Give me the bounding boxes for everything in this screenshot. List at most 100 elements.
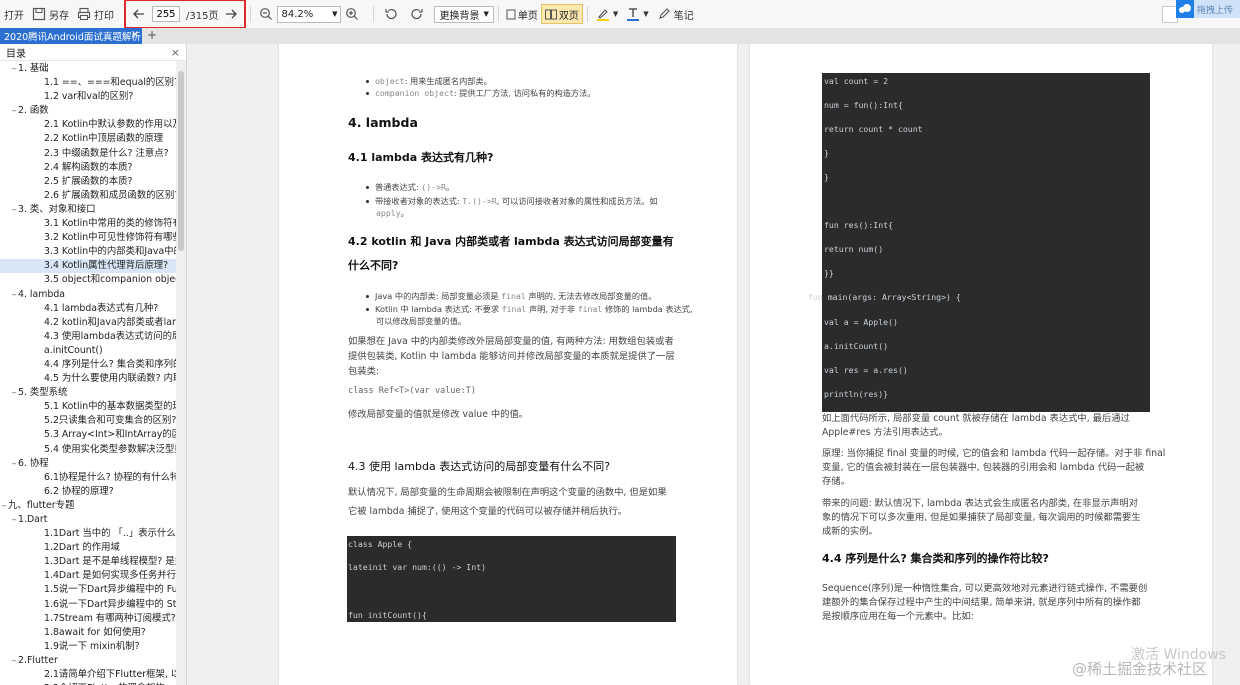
toc-item-label: 3.5 object和companion object的 <box>44 274 176 286</box>
toc-item-label: 2.Flutter <box>18 654 58 666</box>
toc-item[interactable]: 4.1 lambda表达式有几种? <box>0 302 176 316</box>
toc-item-label: 1.1Dart 当中的 「..」表示什么意思 <box>44 528 176 540</box>
rotate-left-icon[interactable] <box>384 7 398 21</box>
separator <box>586 6 588 22</box>
collapse-icon[interactable]: − <box>10 513 18 527</box>
document-tab[interactable]: 2020腾讯Android面试真题解析 × <box>0 28 142 44</box>
toc-item[interactable]: −3. 类、对象和接口 <box>0 203 176 217</box>
toc-item-label: 1.5说一下Dart异步编程中的 Futur <box>44 584 176 596</box>
toc-item[interactable]: 2.6 扩展函数和成员函数的区别? <box>0 189 176 203</box>
toc-item[interactable]: 3.1 Kotlin中常用的类的修饰符有哪 <box>0 217 176 231</box>
collapse-icon[interactable]: − <box>10 654 18 668</box>
close-icon[interactable]: × <box>171 46 180 59</box>
code-line: return num() <box>824 244 884 254</box>
rotate-right-icon[interactable] <box>410 7 424 21</box>
add-tab-icon[interactable]: + <box>147 28 157 42</box>
toc-item[interactable]: 4.4 序列是什么? 集合类和序列的 <box>0 358 176 372</box>
toc-item[interactable]: 1.3Dart 是不是单线程模型? 是如何 <box>0 555 176 569</box>
document-viewer[interactable]: object: 用来生成匿名内部类。 companion object: 提供工… <box>187 44 1240 685</box>
code-line: val count = 2 <box>824 76 889 86</box>
open-label: 打开 <box>4 10 24 22</box>
toc-item[interactable]: 5.3 Array<Int>和IntArray的区别 <box>0 428 176 442</box>
toc-item[interactable]: 1.4Dart 是如何实现多任务并行的? <box>0 569 176 583</box>
toc-item[interactable]: 1.7Stream 有哪两种订阅模式? 分 <box>0 612 176 626</box>
code-line: fun main(args: Array<String>) { <box>808 292 961 302</box>
collapse-icon[interactable]: − <box>10 203 18 217</box>
toc-item[interactable]: 2.1 Kotlin中默认参数的作用以及原 <box>0 118 176 132</box>
open-button[interactable]: 打开 <box>0 3 28 25</box>
toc-item[interactable]: 5.4 使用实化类型参数解决泛型擦 <box>0 443 176 457</box>
toc-item[interactable]: 3.2 Kotlin中可见性修饰符有哪些? <box>0 231 176 245</box>
toc-item[interactable]: 3.4 Kotlin属性代理背后原理? <box>0 259 176 274</box>
section-heading: 4.3 使用 lambda 表达式访问的局部变量有什么不同? <box>348 460 611 473</box>
separator <box>497 6 499 22</box>
toc-item[interactable]: 2.4 解构函数的本质? <box>0 161 176 175</box>
toc-item[interactable]: 4.3 使用lambda表达式访问的局部 <box>0 330 176 344</box>
toc-item[interactable]: 1.5说一下Dart异步编程中的 Futur <box>0 583 176 597</box>
toc-item[interactable]: 1.2 var和val的区别? <box>0 90 176 104</box>
arrow-right-icon[interactable] <box>224 7 238 21</box>
toc-item[interactable]: 1.8await for 如何使用? <box>0 626 176 640</box>
toc-item-label: 1.4Dart 是如何实现多任务并行的? <box>44 570 176 582</box>
text-color-button[interactable]: ▼ <box>622 3 652 25</box>
chevron-down-icon: ▼ <box>643 10 649 18</box>
toc-item-label: 1.2Dart 的作用域 <box>44 542 120 554</box>
toc-item[interactable]: −1.Dart <box>0 513 176 527</box>
toc-sidebar: 目录 × −1. 基础 1.1 ==、===和equal的区别? 1.2 var和v… <box>0 44 187 685</box>
toc-item[interactable]: 2.3 中缀函数是什么? 注意点? <box>0 147 176 161</box>
toc-item[interactable]: 1.1 ==、===和equal的区别? <box>0 76 176 90</box>
toc-item-label: 4.3 使用lambda表达式访问的局部 <box>44 330 176 342</box>
toc-item[interactable]: 1.1Dart 当中的 「..」表示什么意思 <box>0 527 176 541</box>
toc-item[interactable]: 5.1 Kotlin中的基本数据类型的理解 <box>0 400 176 414</box>
toc-item[interactable]: 6.2 协程的原理? <box>0 485 176 499</box>
toc-item[interactable]: 2.1请简单介绍下Flutter框架, 以及 <box>0 668 176 682</box>
collapse-icon[interactable]: − <box>0 499 8 513</box>
toc-item[interactable]: 3.3 Kotlin中的内部类和Java中的内 <box>0 245 176 259</box>
code-block: val count = 2 num = fun():Int{ return co… <box>808 73 1150 412</box>
zoom-select[interactable]: 84.2% ▼ <box>277 5 342 23</box>
note-button[interactable]: 笔记 <box>653 3 698 25</box>
toc-item[interactable]: 4.2 kotlin和Java内部类或者lamb <box>0 316 176 330</box>
highlighter-button[interactable]: ▼ <box>592 3 622 25</box>
toc-item[interactable]: a.initCount() <box>0 344 176 358</box>
background-select[interactable]: 更换背景 ▼ <box>434 5 494 23</box>
print-button[interactable]: 打印 <box>73 3 118 25</box>
upload-button[interactable]: 拖拽上传 <box>1176 0 1240 18</box>
collapse-icon[interactable]: − <box>10 457 18 471</box>
double-page-button[interactable]: 双页 <box>540 4 583 24</box>
scrollbar-thumb[interactable] <box>178 71 184 251</box>
page-number-input[interactable] <box>152 6 180 22</box>
sidebar-scrollbar[interactable] <box>176 61 186 685</box>
toc-item[interactable]: 2.2 Kotlin中顶层函数的原理 <box>0 132 176 146</box>
zoom-in-icon[interactable] <box>345 7 359 21</box>
toc-item[interactable]: −2.Flutter <box>0 654 176 668</box>
close-icon[interactable]: × <box>131 29 139 40</box>
toc-item[interactable]: −九、flutter专题 <box>0 499 176 513</box>
zoom-out-icon[interactable] <box>259 7 273 21</box>
toc-item[interactable]: −4. lambda <box>0 288 176 302</box>
collapse-icon[interactable]: − <box>10 104 18 118</box>
paragraph: 象的情况下可以多次重用, 但是如果捕获了局部变量, 每次调用的时候都需要生 <box>822 512 1141 523</box>
toc-item[interactable]: 3.5 object和companion object的 <box>0 273 176 287</box>
toolbar: 打开 另存 打印 /315页 84.2% ▼ 更换背景 ▼ 单页 双页 ▼ <box>0 0 1240 29</box>
toc-item[interactable]: −5. 类型系统 <box>0 386 176 400</box>
toc-item[interactable]: −1. 基础 <box>0 62 176 76</box>
toc-item-label: 1.8await for 如何使用? <box>44 626 146 638</box>
arrow-left-icon[interactable] <box>132 7 146 21</box>
toc-item[interactable]: −2. 函数 <box>0 104 176 118</box>
collapse-icon[interactable]: − <box>10 62 18 76</box>
toc-item[interactable]: 1.2Dart 的作用域 <box>0 541 176 555</box>
single-page-button[interactable]: 单页 <box>503 5 541 23</box>
toc-item[interactable]: 5.2只读集合和可变集合的区别? <box>0 414 176 428</box>
toc-item-label: 1. 基础 <box>18 63 49 74</box>
toc-item[interactable]: 2.5 扩展函数的本质? <box>0 175 176 189</box>
toc-item[interactable]: 4.5 为什么要使用内联函数? 内联 <box>0 372 176 386</box>
code-line: lateinit var num:(() -> Int) <box>348 562 487 572</box>
collapse-icon[interactable]: − <box>10 288 18 302</box>
toc-item[interactable]: 6.1协程是什么? 协程的有什么特点 <box>0 471 176 485</box>
toc-item[interactable]: 1.6说一下Dart异步编程中的 Strea <box>0 598 176 612</box>
toc-item[interactable]: −6. 协程 <box>0 457 176 471</box>
toc-item[interactable]: 1.9说一下 mixin机制? <box>0 640 176 654</box>
save-as-button[interactable]: 另存 <box>28 3 73 25</box>
collapse-icon[interactable]: − <box>10 386 18 400</box>
